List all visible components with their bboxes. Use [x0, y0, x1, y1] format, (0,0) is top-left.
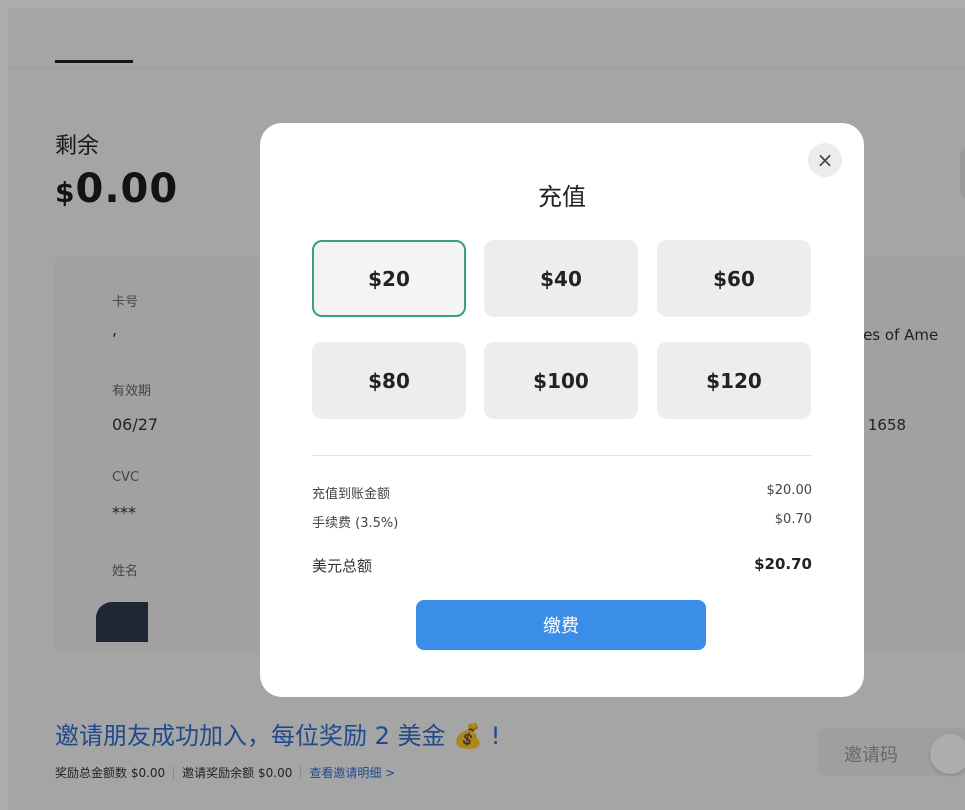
amount-option-80[interactable]: $80 [312, 342, 466, 419]
deposit-amount-label: 充值到账金额 [312, 487, 391, 502]
close-icon[interactable]: × [808, 143, 842, 177]
total-label: 美元总额 [312, 557, 373, 575]
modal-title: 充值 [538, 183, 586, 211]
amount-option-60[interactable]: $60 [657, 240, 811, 317]
summary-divider [312, 455, 812, 456]
fee-label: 手续费 (3.5%) [312, 516, 399, 531]
fee-value: $0.70 [774, 512, 812, 527]
amount-option-40[interactable]: $40 [484, 240, 638, 317]
deposit-amount-value: $20.00 [766, 483, 813, 498]
pay-button[interactable]: 缴费 [416, 600, 706, 650]
total-value: $20.70 [754, 555, 812, 573]
recharge-modal: × 充值 $20 $40 $60 $80 $100 $120 充值到账金额 $2… [260, 123, 864, 697]
modal-overlay[interactable]: × 充值 $20 $40 $60 $80 $100 $120 充值到账金额 $2… [0, 0, 965, 810]
amount-option-100[interactable]: $100 [484, 342, 638, 419]
amount-option-20[interactable]: $20 [312, 240, 466, 317]
amount-option-120[interactable]: $120 [657, 342, 811, 419]
